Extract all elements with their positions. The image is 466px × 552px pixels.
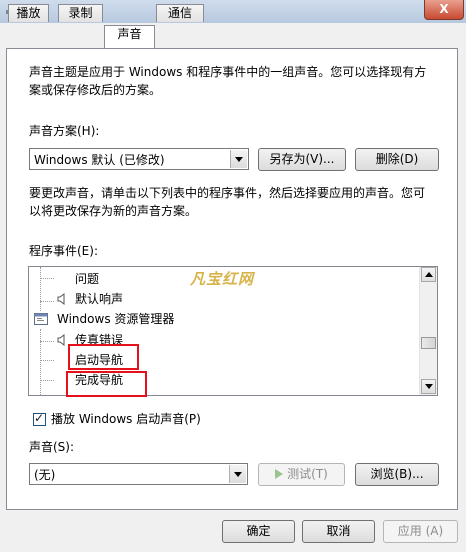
sound-label: 声音(S): <box>29 440 75 454</box>
tree-line <box>40 360 54 361</box>
sound-value: (无) <box>34 468 56 482</box>
highlight-box <box>68 344 139 370</box>
scheme-value: Windows 默认 (已修改) <box>34 153 165 167</box>
play-icon <box>275 469 284 479</box>
cancel-button[interactable]: 取消 <box>302 520 375 543</box>
change-text-1: 要更改声音，请单击以下列表中的程序事件，然后选择要应用的声音。您可 <box>29 186 426 200</box>
list-item[interactable]: 问题 <box>75 269 99 289</box>
tree-line <box>40 341 54 342</box>
list-item[interactable]: Windows 资源管理器 <box>57 309 174 329</box>
tab-sounds[interactable]: 声音 <box>104 25 155 48</box>
scroll-down-icon[interactable] <box>421 379 436 394</box>
watermark-text: 凡宝红网 <box>190 270 255 288</box>
tree-line <box>40 380 54 381</box>
tab-playback[interactable]: 播放 <box>8 4 49 22</box>
tree-line <box>40 267 41 311</box>
tree-line <box>40 301 54 302</box>
speaker-icon <box>57 334 65 346</box>
change-text-2: 以将更改保存为新的声音方案。 <box>29 204 198 218</box>
chevron-down-icon[interactable] <box>230 150 247 168</box>
startup-sound-label: 播放 Windows 启动声音(P) <box>51 412 201 426</box>
tab-communications[interactable]: 通信 <box>156 4 204 22</box>
speaker-icon <box>57 293 65 305</box>
save-as-button[interactable]: 另存为(V)... <box>258 148 346 171</box>
intro-text-1: 声音主题是应用于 Windows 和程序事件中的一组声音。您可以选择现有方 <box>29 65 427 79</box>
intro-text-2: 案或保存修改后的方案。 <box>29 83 162 97</box>
highlight-box <box>66 371 147 397</box>
scheme-select[interactable]: Windows 默认 (已修改) <box>29 148 249 170</box>
tree-line <box>40 278 54 279</box>
browse-button[interactable]: 浏览(B)... <box>355 463 439 486</box>
test-button-label: 测试(T) <box>287 467 328 481</box>
apply-button[interactable]: 应用 (A) <box>383 520 458 543</box>
test-button[interactable]: 测试(T) <box>258 463 345 486</box>
chevron-down-icon[interactable] <box>229 465 246 483</box>
list-item[interactable]: 默认响声 <box>75 289 123 309</box>
sound-select[interactable]: (无) <box>29 463 248 485</box>
scroll-up-icon[interactable] <box>421 267 436 282</box>
startup-sound-checkbox[interactable] <box>33 411 46 426</box>
app-window-icon <box>34 313 48 325</box>
tab-recording[interactable]: 录制 <box>58 4 103 22</box>
ok-button[interactable]: 确定 <box>222 520 295 543</box>
delete-button[interactable]: 删除(D) <box>355 148 439 171</box>
tree-line <box>40 329 41 395</box>
scroll-thumb[interactable] <box>421 337 436 349</box>
scheme-label: 声音方案(H): <box>29 124 100 138</box>
close-button[interactable]: X <box>424 0 464 20</box>
events-scrollbar[interactable] <box>419 267 437 395</box>
events-label: 程序事件(E): <box>29 244 98 258</box>
